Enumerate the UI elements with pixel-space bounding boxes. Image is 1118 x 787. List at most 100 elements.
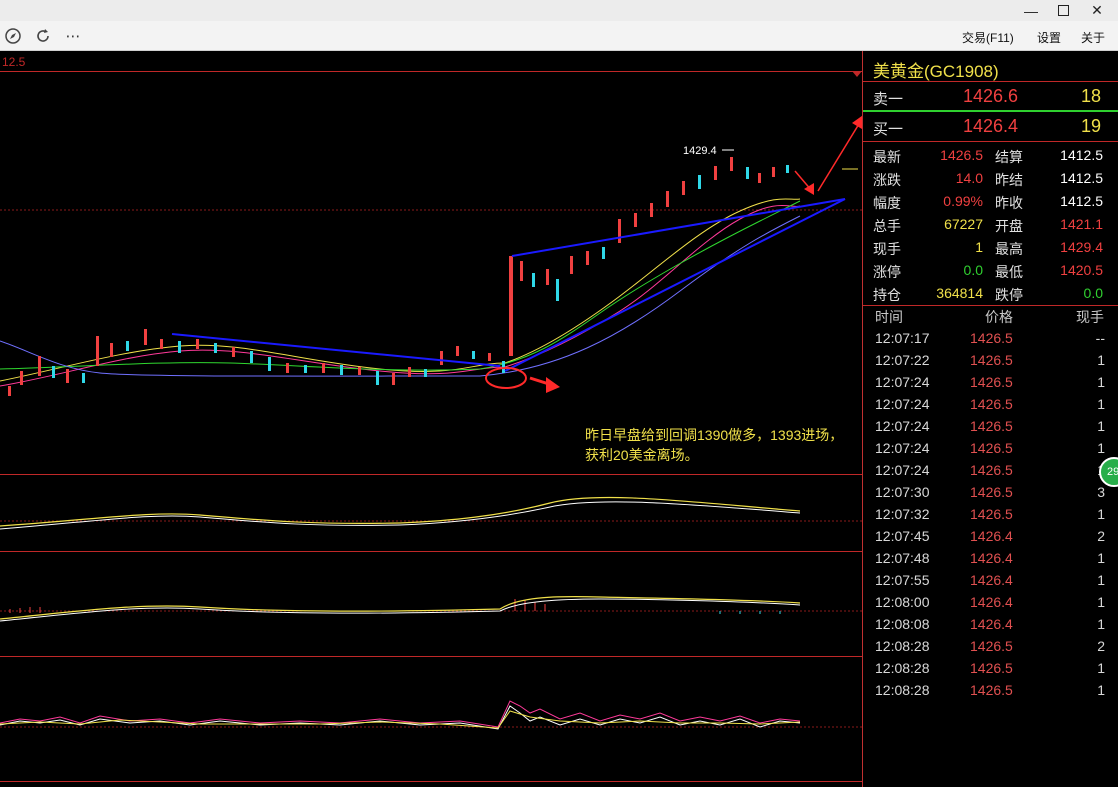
maximize-icon bbox=[1057, 5, 1069, 16]
more-icon: ⋯ bbox=[65, 28, 81, 45]
trade-annotation: 昨日早盘给到回调1390做多，1393进场，获利20美金离场。 bbox=[585, 427, 844, 463]
high-price-marker: 1429.4 bbox=[683, 145, 717, 157]
tick-time: 12:07:24 bbox=[875, 462, 930, 478]
candlesticks bbox=[8, 157, 789, 396]
list-item: 12:07:45 1426.4 2 bbox=[863, 525, 1118, 547]
tick-volume: 1 bbox=[1097, 572, 1105, 588]
tick-time: 12:08:28 bbox=[875, 660, 930, 676]
ind2-line-b bbox=[0, 598, 801, 622]
tick-time: 12:08:00 bbox=[875, 594, 930, 610]
bid-row[interactable]: 买一 1426.4 19 bbox=[863, 112, 1118, 140]
macd-histogram bbox=[9, 599, 781, 614]
stat-label-open: 开盘 bbox=[995, 218, 1023, 234]
more-button[interactable]: ⋯ bbox=[62, 26, 84, 46]
stat-label-limit-up: 涨停 bbox=[873, 264, 901, 280]
list-item: 12:07:55 1426.4 1 bbox=[863, 569, 1118, 591]
list-item: 12:07:24 1426.5 1 bbox=[863, 371, 1118, 393]
list-item: 12:07:48 1426.4 1 bbox=[863, 547, 1118, 569]
ask-volume: 18 bbox=[1080, 86, 1101, 106]
ma-line-10 bbox=[0, 204, 801, 387]
trendline-upper bbox=[511, 198, 846, 257]
stat-label-change: 涨跌 bbox=[873, 172, 901, 188]
tick-volume: 1 bbox=[1097, 396, 1105, 412]
stat-value-prev-close: 1412.5 bbox=[1060, 193, 1103, 209]
menu-settings[interactable]: 设置 bbox=[1037, 29, 1061, 46]
stat-label-volume: 总手 bbox=[873, 218, 901, 234]
ask-row[interactable]: 卖一 1426.6 18 bbox=[863, 82, 1118, 110]
tick-time: 12:07:24 bbox=[875, 374, 930, 390]
tick-price: 1426.4 bbox=[970, 594, 1013, 610]
tick-volume: 1 bbox=[1097, 550, 1105, 566]
pane-corner-marker bbox=[852, 71, 862, 77]
stat-label-last: 最新 bbox=[873, 149, 901, 165]
tick-volume: -- bbox=[1095, 330, 1105, 346]
bid-volume: 19 bbox=[1080, 116, 1101, 136]
tick-price: 1426.5 bbox=[970, 638, 1013, 654]
tick-volume: 1 bbox=[1097, 352, 1105, 368]
tick-volume: 1 bbox=[1097, 682, 1105, 698]
stat-value-low: 1420.5 bbox=[1060, 262, 1103, 278]
stat-label-prev-close: 昨收 bbox=[995, 195, 1023, 211]
stat-label-limit-down: 跌停 bbox=[995, 287, 1023, 303]
tick-volume: 1 bbox=[1097, 616, 1105, 632]
kline-chart-area[interactable]: 12.5 1429.4 昨日早盘给到回调1390做多，1393进场，获利20美金… bbox=[0, 51, 862, 787]
ind1-line-b bbox=[0, 501, 801, 530]
tick-time: 12:07:24 bbox=[875, 396, 930, 412]
stat-value-last: 1426.5 bbox=[940, 147, 983, 163]
stat-label-prev-settle: 昨结 bbox=[995, 172, 1023, 188]
list-item: 12:08:28 1426.5 2 bbox=[863, 635, 1118, 657]
tick-time: 12:08:28 bbox=[875, 682, 930, 698]
stat-value-change: 14.0 bbox=[955, 170, 983, 186]
stat-value-prev-settle: 1412.5 bbox=[1060, 170, 1103, 186]
tick-price: 1426.5 bbox=[970, 462, 1013, 478]
quote-divider bbox=[863, 141, 1118, 142]
window-titlebar: — ✕ bbox=[0, 0, 1118, 21]
menu-trade[interactable]: 交易(F11) bbox=[962, 29, 1014, 46]
tick-price: 1426.4 bbox=[970, 550, 1013, 566]
menu-about[interactable]: 关于 bbox=[1081, 29, 1105, 46]
callout-arrow-head bbox=[546, 377, 560, 393]
tick-header-vol: 现手 bbox=[1076, 309, 1104, 325]
compass-button[interactable] bbox=[2, 26, 24, 46]
refresh-button[interactable] bbox=[32, 26, 54, 46]
tick-time: 12:07:24 bbox=[875, 418, 930, 434]
stat-value-cur-vol: 1 bbox=[975, 239, 983, 255]
top-price-label: 12.5 bbox=[2, 55, 26, 69]
close-button[interactable]: ✕ bbox=[1082, 0, 1112, 21]
stat-label-low: 最低 bbox=[995, 264, 1023, 280]
tick-volume: 2 bbox=[1097, 638, 1105, 654]
minimize-button[interactable]: — bbox=[1016, 0, 1046, 21]
stat-value-settle: 1412.5 bbox=[1060, 147, 1103, 163]
bid-label: 买一 bbox=[873, 121, 904, 138]
down-arrow-head bbox=[804, 183, 814, 195]
list-item: 12:07:24 1426.5 1 bbox=[863, 415, 1118, 437]
tick-volume: 1 bbox=[1097, 506, 1105, 522]
tick-volume: 1 bbox=[1097, 418, 1105, 434]
list-item: 12:08:08 1426.4 1 bbox=[863, 613, 1118, 635]
tick-volume: 1 bbox=[1097, 594, 1105, 610]
tick-price: 1426.4 bbox=[970, 572, 1013, 588]
tick-price: 1426.5 bbox=[970, 484, 1013, 500]
trendline-resistance-left bbox=[171, 333, 501, 367]
stats-divider bbox=[863, 305, 1118, 306]
tick-time: 12:07:22 bbox=[875, 352, 930, 368]
ma-line-5 bbox=[0, 198, 801, 382]
instrument-name: 美黄金(GC1908) bbox=[873, 62, 999, 81]
stat-value-limit-up: 0.0 bbox=[963, 262, 983, 278]
ind3-line-b bbox=[0, 705, 801, 730]
maximize-button[interactable] bbox=[1048, 0, 1078, 21]
tick-volume: 1 bbox=[1097, 374, 1105, 390]
quote-panel: 美黄金(GC1908) 卖一 1426.6 18 买一 1426.4 19 最新… bbox=[862, 51, 1118, 787]
tick-time: 12:07:48 bbox=[875, 550, 930, 566]
tick-volume: 1 bbox=[1097, 660, 1105, 676]
tick-price: 1426.5 bbox=[970, 352, 1013, 368]
tick-time: 12:08:08 bbox=[875, 616, 930, 632]
tick-time: 12:07:24 bbox=[875, 440, 930, 456]
list-item: 12:08:28 1426.5 1 bbox=[863, 679, 1118, 701]
list-item: 12:07:24 1426.5 1 bbox=[863, 393, 1118, 415]
tick-time: 12:07:17 bbox=[875, 330, 930, 346]
close-icon: ✕ bbox=[1091, 2, 1103, 18]
tick-price: 1426.5 bbox=[970, 418, 1013, 434]
ask-price: 1426.6 bbox=[963, 86, 1019, 106]
tick-volume: 3 bbox=[1097, 484, 1105, 500]
